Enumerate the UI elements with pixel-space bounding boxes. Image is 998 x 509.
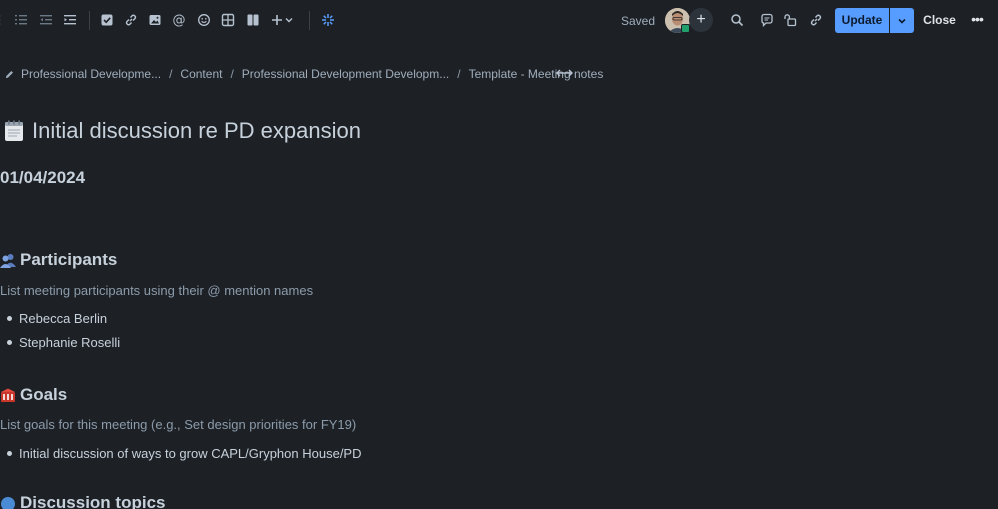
participants-hint[interactable]: List meeting participants using their @ … bbox=[0, 283, 313, 298]
bullet-dot bbox=[7, 340, 12, 345]
participants-heading[interactable]: Participants bbox=[0, 250, 117, 270]
bullet-dot bbox=[7, 451, 12, 456]
editor-toolbar: @ Saved + Update Close ••• bbox=[0, 0, 998, 42]
bullet-dot bbox=[7, 316, 12, 321]
page-title[interactable]: Initial discussion re PD expansion bbox=[4, 118, 361, 144]
goals-heading[interactable]: Goals bbox=[0, 385, 67, 405]
chevron-down-icon bbox=[898, 18, 906, 24]
outdent-icon[interactable] bbox=[37, 11, 55, 29]
list-item[interactable]: Initial discussion of ways to grow CAPL/… bbox=[7, 446, 362, 461]
list-item[interactable]: Rebecca Berlin bbox=[7, 311, 107, 326]
goals-hint[interactable]: List goals for this meeting (e.g., Set d… bbox=[0, 417, 356, 432]
breadcrumb-separator: / bbox=[169, 67, 173, 81]
restrictions-unlock-icon[interactable] bbox=[781, 11, 799, 29]
link-icon[interactable] bbox=[122, 11, 140, 29]
comment-icon[interactable] bbox=[758, 11, 776, 29]
breadcrumb-separator: / bbox=[230, 67, 234, 81]
task-checkbox-icon[interactable] bbox=[98, 11, 116, 29]
more-actions-button[interactable]: ••• bbox=[966, 8, 988, 33]
add-collaborator-button[interactable]: + bbox=[689, 8, 713, 32]
page-title-text: Initial discussion re PD expansion bbox=[32, 118, 361, 143]
participants-heading-text: Participants bbox=[20, 250, 118, 269]
goal-text: Initial discussion of ways to grow CAPL/… bbox=[19, 446, 362, 461]
search-icon[interactable] bbox=[728, 11, 746, 29]
update-options-dropdown[interactable] bbox=[890, 8, 914, 33]
discussion-heading-text: Discussion topics bbox=[20, 493, 166, 509]
toolbar-divider bbox=[89, 11, 90, 30]
pencil-icon bbox=[5, 70, 13, 78]
breadcrumb-item-template[interactable]: Template - Meeting notes bbox=[469, 67, 604, 81]
breadcrumb-separator: / bbox=[457, 67, 461, 81]
indent-icon[interactable] bbox=[61, 11, 79, 29]
close-button[interactable]: Close bbox=[922, 8, 957, 33]
meeting-date[interactable]: 01/04/2024 bbox=[0, 168, 85, 188]
breadcrumb: Professional Developme... / Content / Pr… bbox=[4, 67, 603, 81]
layout-columns-icon[interactable] bbox=[244, 11, 262, 29]
mention-icon[interactable]: @ bbox=[170, 11, 188, 29]
toolbar-divider bbox=[309, 11, 310, 30]
save-status: Saved bbox=[621, 14, 656, 28]
participant-name: Rebecca Berlin bbox=[19, 311, 108, 326]
bullet-list-icon[interactable] bbox=[0, 11, 12, 29]
participant-name: Stephanie Roselli bbox=[19, 335, 121, 350]
ai-sparkle-icon[interactable] bbox=[319, 11, 337, 29]
mention-glyph: @ bbox=[172, 12, 186, 28]
numbered-list-icon[interactable] bbox=[12, 11, 30, 29]
table-icon[interactable] bbox=[219, 11, 237, 29]
breadcrumb-item-content[interactable]: Content bbox=[180, 67, 222, 81]
image-icon[interactable] bbox=[146, 11, 164, 29]
discussion-topics-heading[interactable]: Discussion topics bbox=[0, 493, 165, 509]
list-item[interactable]: Stephanie Roselli bbox=[7, 335, 120, 350]
insert-plus-icon[interactable] bbox=[270, 11, 296, 29]
expand-width-icon[interactable] bbox=[556, 67, 573, 79]
speech-emoji-icon bbox=[1, 497, 15, 509]
presence-badge bbox=[681, 24, 690, 33]
goals-heading-text: Goals bbox=[20, 385, 68, 404]
copy-link-icon[interactable] bbox=[807, 11, 825, 29]
breadcrumb-item-parent[interactable]: Professional Development Developm... bbox=[242, 67, 449, 81]
update-button[interactable]: Update bbox=[835, 8, 889, 33]
people-emoji-icon bbox=[0, 254, 16, 268]
goal-emoji-icon bbox=[1, 388, 15, 402]
breadcrumb-item-space[interactable]: Professional Developme... bbox=[21, 67, 161, 81]
notepad-emoji-icon bbox=[5, 120, 23, 141]
emoji-icon[interactable] bbox=[195, 11, 213, 29]
